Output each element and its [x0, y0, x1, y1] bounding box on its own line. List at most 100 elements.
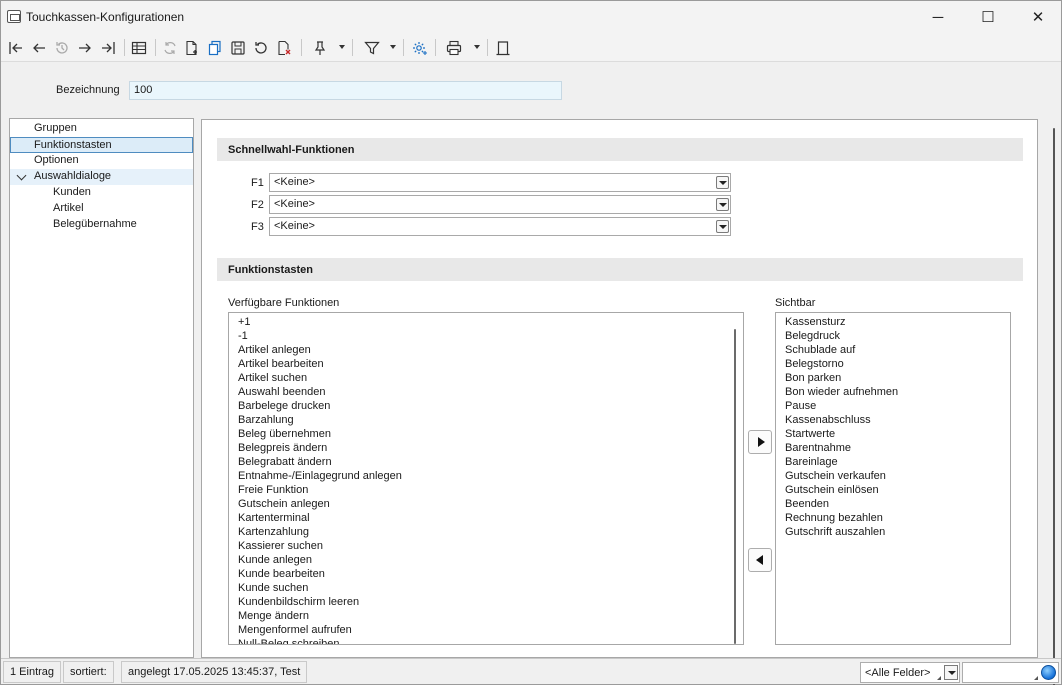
maximize-button[interactable]: ☐	[965, 1, 1011, 33]
tree-item-label: Auswahldialoge	[34, 170, 112, 182]
chevron-down-icon[interactable]	[390, 45, 396, 49]
f2-select[interactable]: <Keine>	[269, 195, 731, 214]
list-item[interactable]: Kassierer suchen	[229, 539, 743, 553]
remove-from-visible-button[interactable]	[748, 548, 772, 572]
chevron-down-icon[interactable]	[716, 198, 729, 211]
list-item[interactable]: Gutschrift auszahlen	[776, 525, 1010, 539]
first-record-icon[interactable]	[6, 37, 26, 58]
scrollbar[interactable]	[1053, 128, 1055, 685]
list-item[interactable]: Gutschein verkaufen	[776, 469, 1010, 483]
list-item[interactable]: Kassenabschluss	[776, 413, 1010, 427]
settings-icon[interactable]	[410, 37, 430, 58]
chevron-down-icon[interactable]	[16, 170, 27, 181]
toolbar-separator	[124, 39, 125, 56]
list-item[interactable]: Pause	[776, 399, 1010, 413]
history-icon[interactable]	[52, 37, 72, 58]
exit-icon[interactable]	[493, 37, 513, 58]
minimize-button[interactable]: ─	[915, 1, 961, 33]
chevron-down-icon[interactable]	[339, 45, 345, 49]
list-item[interactable]: Belegpreis ändern	[229, 441, 743, 455]
list-item[interactable]: +1	[229, 315, 743, 329]
tree-item-funktionstasten[interactable]: Funktionstasten	[10, 137, 193, 153]
list-item[interactable]: Startwerte	[776, 427, 1010, 441]
list-item[interactable]: Artikel anlegen	[229, 343, 743, 357]
list-item[interactable]: Belegrabatt ändern	[229, 455, 743, 469]
toolbar	[1, 33, 1061, 62]
f1-label: F1	[251, 177, 264, 189]
list-item[interactable]: Kunde suchen	[229, 581, 743, 595]
navigation-tree: Gruppen Funktionstasten Optionen Auswahl…	[9, 118, 194, 658]
chevron-down-icon[interactable]	[944, 665, 958, 680]
list-item[interactable]: Entnahme-/Einlagegrund anlegen	[229, 469, 743, 483]
chevron-down-icon[interactable]	[716, 176, 729, 189]
save-icon[interactable]	[228, 37, 248, 58]
list-item[interactable]: Barentnahme	[776, 441, 1010, 455]
list-item[interactable]: Barzahlung	[229, 413, 743, 427]
f3-select[interactable]: <Keine>	[269, 217, 731, 236]
list-item[interactable]: Rechnung bezahlen	[776, 511, 1010, 525]
add-to-visible-button[interactable]	[748, 430, 772, 454]
last-record-icon[interactable]	[98, 37, 118, 58]
list-item[interactable]: Kundenbildschirm leeren	[229, 595, 743, 609]
list-item[interactable]: Bon wieder aufnehmen	[776, 385, 1010, 399]
globe-icon[interactable]	[1041, 665, 1056, 680]
list-item[interactable]: Kunde anlegen	[229, 553, 743, 567]
tree-item-gruppen[interactable]: Gruppen	[10, 121, 193, 137]
f1-select[interactable]: <Keine>	[269, 173, 731, 192]
delete-record-icon[interactable]	[274, 37, 294, 58]
chevron-down-icon[interactable]	[474, 45, 480, 49]
list-item[interactable]: Belegstorno	[776, 357, 1010, 371]
close-button[interactable]: ✕	[1015, 1, 1061, 33]
list-item[interactable]: Artikel suchen	[229, 371, 743, 385]
f2-select-value: <Keine>	[274, 198, 315, 210]
field-filter-value: <Alle Felder>	[865, 667, 931, 679]
tree-item-auswahldialoge[interactable]: Auswahldialoge	[10, 169, 193, 185]
undo-icon[interactable]	[251, 37, 271, 58]
app-icon	[7, 10, 21, 23]
bezeichnung-field[interactable]: 100	[129, 81, 562, 100]
list-item[interactable]: Auswahl beenden	[229, 385, 743, 399]
new-record-icon[interactable]	[182, 37, 202, 58]
list-item[interactable]: -1	[229, 329, 743, 343]
tree-item-artikel[interactable]: Artikel	[10, 201, 193, 217]
list-item[interactable]: Artikel bearbeiten	[229, 357, 743, 371]
list-item[interactable]: Kartenzahlung	[229, 525, 743, 539]
tree-item-kunden[interactable]: Kunden	[10, 185, 193, 201]
list-item[interactable]: Freie Funktion	[229, 483, 743, 497]
table-view-icon[interactable]	[129, 37, 149, 58]
available-functions-label: Verfügbare Funktionen	[228, 297, 340, 309]
list-item[interactable]: Beenden	[776, 497, 1010, 511]
list-item[interactable]: Gutschein anlegen	[229, 497, 743, 511]
tree-item-optionen[interactable]: Optionen	[10, 153, 193, 169]
previous-record-icon[interactable]	[29, 37, 49, 58]
list-item[interactable]: Menge ändern	[229, 609, 743, 623]
list-item[interactable]: Bareinlage	[776, 455, 1010, 469]
print-icon[interactable]	[444, 37, 464, 58]
list-item[interactable]: Kartenterminal	[229, 511, 743, 525]
filter-icon[interactable]	[362, 37, 382, 58]
list-item[interactable]: Barbelege drucken	[229, 399, 743, 413]
chevron-down-icon[interactable]	[716, 220, 729, 233]
field-filter-select[interactable]: <Alle Felder>	[860, 662, 960, 683]
scrollbar[interactable]	[734, 329, 736, 644]
list-item[interactable]: Gutschein einlösen	[776, 483, 1010, 497]
list-item[interactable]: Schublade auf	[776, 343, 1010, 357]
available-functions-list[interactable]: +1 -1 Artikel anlegen Artikel bearbeiten Art…	[228, 312, 744, 645]
list-item[interactable]: Null-Beleg schreiben	[229, 637, 743, 644]
list-item[interactable]: Kunde bearbeiten	[229, 567, 743, 581]
tree-item-beleguebernahme[interactable]: Belegübernahme	[10, 217, 193, 233]
refresh-icon[interactable]	[160, 37, 180, 58]
search-input[interactable]	[962, 662, 1059, 683]
list-item[interactable]: Mengenformel aufrufen	[229, 623, 743, 637]
list-item[interactable]: Kassensturz	[776, 315, 1010, 329]
pin-icon[interactable]	[310, 37, 330, 58]
list-item[interactable]: Bon parken	[776, 371, 1010, 385]
f2-label: F2	[251, 199, 264, 211]
visible-functions-list[interactable]: Kassensturz Belegdruck Schublade auf Belegs…	[775, 312, 1011, 645]
list-item[interactable]: Belegdruck	[776, 329, 1010, 343]
list-item[interactable]: Beleg übernehmen	[229, 427, 743, 441]
resize-grip-icon	[937, 676, 941, 680]
copy-record-icon[interactable]	[205, 37, 225, 58]
toolbar-separator	[403, 39, 404, 56]
next-record-icon[interactable]	[75, 37, 95, 58]
